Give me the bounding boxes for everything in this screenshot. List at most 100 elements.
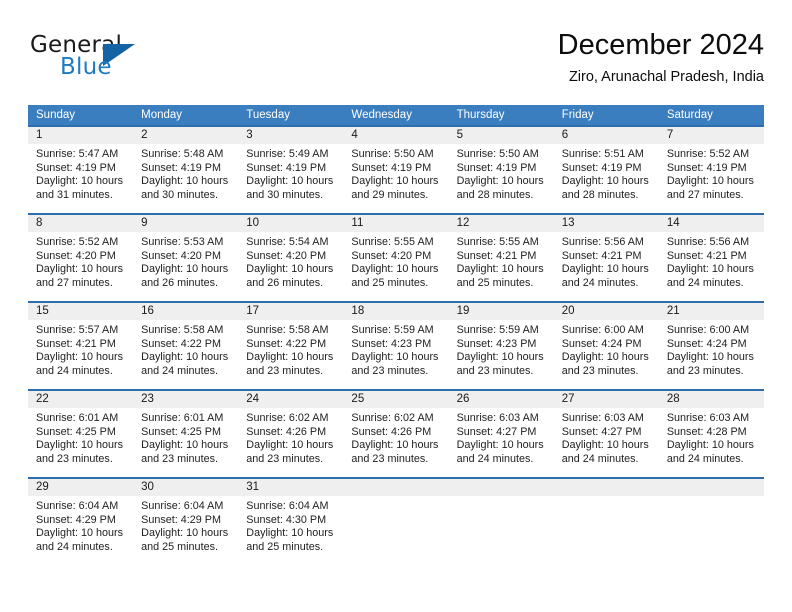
day-info: Sunrise: 5:58 AM Sunset: 4:22 PM Dayligh… (133, 320, 238, 378)
sunrise-text: Sunrise: 5:59 AM (456, 324, 539, 336)
daylight-text-line2: and 26 minutes. (141, 276, 218, 289)
day-cell[interactable]: 11 Sunrise: 5:55 AM Sunset: 4:20 PM Dayl… (343, 215, 449, 301)
sunset-text: Sunset: 4:30 PM (246, 513, 327, 526)
daylight-text-line1: Daylight: 10 hours (141, 175, 229, 188)
daylight-text-line2: and 23 minutes. (141, 452, 218, 465)
daylight-text-line1: Daylight: 10 hours (561, 351, 649, 364)
daylight-text-line2: and 23 minutes. (666, 364, 744, 377)
day-number: 13 (553, 215, 659, 232)
daylight-text-line1: Daylight: 10 hours (666, 439, 754, 452)
daylight-text-line2: and 27 minutes. (666, 188, 744, 201)
sunrise-text: Sunrise: 6:00 AM (561, 324, 644, 336)
daylight-text-line1: Daylight: 10 hours (351, 351, 439, 364)
sunset-text: Sunset: 4:21 PM (36, 337, 116, 350)
day-cell[interactable]: 12 Sunrise: 5:55 AM Sunset: 4:21 PM Dayl… (448, 215, 554, 301)
page-title: December 2024 (557, 29, 764, 61)
sunset-text: Sunset: 4:26 PM (351, 425, 432, 438)
day-cell[interactable]: 6 Sunrise: 5:51 AM Sunset: 4:19 PM Dayli… (553, 127, 659, 213)
daylight-text-line1: Daylight: 10 hours (36, 351, 124, 364)
day-cell[interactable]: 15 Sunrise: 5:57 AM Sunset: 4:21 PM Dayl… (28, 303, 134, 389)
day-cell[interactable]: 20 Sunrise: 6:00 AM Sunset: 4:24 PM Dayl… (553, 303, 659, 389)
daylight-text-line1: Daylight: 10 hours (666, 175, 754, 188)
day-cell[interactable]: 3 Sunrise: 5:49 AM Sunset: 4:19 PM Dayli… (238, 127, 344, 213)
daylight-text-line1: Daylight: 10 hours (561, 439, 649, 452)
day-cell[interactable]: 27 Sunrise: 6:03 AM Sunset: 4:27 PM Dayl… (553, 391, 659, 477)
day-number: 11 (343, 215, 449, 232)
sunrise-text: Sunrise: 5:50 AM (351, 148, 434, 160)
day-cell[interactable]: 2 Sunrise: 5:48 AM Sunset: 4:19 PM Dayli… (133, 127, 239, 213)
calendar-page: General Blue December 2024 Ziro, Arunach… (0, 0, 792, 612)
daylight-text-line1: Daylight: 10 hours (351, 175, 439, 188)
day-number: 6 (553, 127, 659, 144)
day-info: Sunrise: 5:50 AM Sunset: 4:19 PM Dayligh… (343, 144, 448, 202)
general-blue-logo[interactable]: General Blue (30, 32, 190, 88)
day-cell[interactable]: 5 Sunrise: 5:50 AM Sunset: 4:19 PM Dayli… (448, 127, 554, 213)
sunset-text: Sunset: 4:28 PM (666, 425, 747, 438)
daylight-text-line2: and 25 minutes. (246, 540, 324, 553)
sunrise-text: Sunrise: 5:50 AM (456, 148, 539, 160)
day-number: 16 (133, 303, 239, 320)
sunrise-text: Sunrise: 5:47 AM (36, 148, 119, 160)
day-info: Sunrise: 6:03 AM Sunset: 4:27 PM Dayligh… (554, 408, 659, 466)
sunset-text: Sunset: 4:29 PM (141, 513, 221, 526)
sunrise-text: Sunrise: 5:55 AM (456, 236, 539, 248)
sunrise-text: Sunrise: 6:03 AM (561, 412, 644, 424)
day-cell[interactable]: 1 Sunrise: 5:47 AM Sunset: 4:19 PM Dayli… (28, 127, 134, 213)
day-info: Sunrise: 5:52 AM Sunset: 4:19 PM Dayligh… (659, 144, 764, 202)
sunrise-text: Sunrise: 6:04 AM (246, 500, 329, 512)
weekday-header-saturday: Saturday (666, 109, 713, 121)
day-number (343, 479, 449, 496)
day-cell[interactable]: 22 Sunrise: 6:01 AM Sunset: 4:25 PM Dayl… (28, 391, 134, 477)
day-cell[interactable]: 30 Sunrise: 6:04 AM Sunset: 4:29 PM Dayl… (133, 479, 239, 565)
daylight-text-line2: and 25 minutes. (141, 540, 218, 553)
day-number: 12 (448, 215, 554, 232)
sunrise-text: Sunrise: 5:53 AM (141, 236, 224, 248)
day-cell[interactable]: 4 Sunrise: 5:50 AM Sunset: 4:19 PM Dayli… (343, 127, 449, 213)
sunrise-text: Sunrise: 5:57 AM (36, 324, 119, 336)
day-cell[interactable]: 24 Sunrise: 6:02 AM Sunset: 4:26 PM Dayl… (238, 391, 344, 477)
daylight-text-line2: and 27 minutes. (36, 276, 113, 289)
day-number: 28 (658, 391, 764, 408)
sunrise-text: Sunrise: 5:51 AM (561, 148, 644, 160)
day-info: Sunrise: 5:52 AM Sunset: 4:20 PM Dayligh… (28, 232, 133, 290)
daylight-text-line2: and 29 minutes. (351, 188, 429, 201)
daylight-text-line1: Daylight: 10 hours (141, 527, 229, 540)
day-cell[interactable]: 10 Sunrise: 5:54 AM Sunset: 4:20 PM Dayl… (238, 215, 344, 301)
day-number: 10 (238, 215, 344, 232)
sunrise-text: Sunrise: 5:49 AM (246, 148, 329, 160)
daylight-text-line1: Daylight: 10 hours (456, 175, 544, 188)
sunrise-text: Sunrise: 5:59 AM (351, 324, 434, 336)
daylight-text-line2: and 24 minutes. (36, 364, 113, 377)
sunrise-text: Sunrise: 5:55 AM (351, 236, 434, 248)
day-info: Sunrise: 5:49 AM Sunset: 4:19 PM Dayligh… (238, 144, 343, 202)
day-number (553, 479, 659, 496)
day-cell[interactable]: 7 Sunrise: 5:52 AM Sunset: 4:19 PM Dayli… (658, 127, 764, 213)
day-cell[interactable]: 28 Sunrise: 6:03 AM Sunset: 4:28 PM Dayl… (658, 391, 764, 477)
day-cell[interactable]: 18 Sunrise: 5:59 AM Sunset: 4:23 PM Dayl… (343, 303, 449, 389)
day-cell[interactable]: 21 Sunrise: 6:00 AM Sunset: 4:24 PM Dayl… (658, 303, 764, 389)
day-number: 22 (28, 391, 134, 408)
day-cell[interactable]: 31 Sunrise: 6:04 AM Sunset: 4:30 PM Dayl… (238, 479, 344, 565)
day-cell[interactable]: 26 Sunrise: 6:03 AM Sunset: 4:27 PM Dayl… (448, 391, 554, 477)
day-cell[interactable]: 14 Sunrise: 5:56 AM Sunset: 4:21 PM Dayl… (658, 215, 764, 301)
day-cell[interactable]: 17 Sunrise: 5:58 AM Sunset: 4:22 PM Dayl… (238, 303, 344, 389)
day-cell[interactable]: 23 Sunrise: 6:01 AM Sunset: 4:25 PM Dayl… (133, 391, 239, 477)
sunset-text: Sunset: 4:20 PM (246, 249, 327, 262)
sunset-text: Sunset: 4:20 PM (351, 249, 432, 262)
day-cell[interactable]: 25 Sunrise: 6:02 AM Sunset: 4:26 PM Dayl… (343, 391, 449, 477)
weekday-header-wednesday: Wednesday (351, 109, 412, 121)
day-info: Sunrise: 5:58 AM Sunset: 4:22 PM Dayligh… (238, 320, 343, 378)
sunset-text: Sunset: 4:21 PM (666, 249, 747, 262)
day-cell[interactable]: 9 Sunrise: 5:53 AM Sunset: 4:20 PM Dayli… (133, 215, 239, 301)
sunrise-text: Sunrise: 5:52 AM (666, 148, 750, 160)
day-cell[interactable]: 16 Sunrise: 5:58 AM Sunset: 4:22 PM Dayl… (133, 303, 239, 389)
day-cell[interactable]: 13 Sunrise: 5:56 AM Sunset: 4:21 PM Dayl… (553, 215, 659, 301)
calendar-week-row: 29 Sunrise: 6:04 AM Sunset: 4:29 PM Dayl… (28, 477, 764, 565)
day-number: 1 (28, 127, 134, 144)
sunrise-text: Sunrise: 5:54 AM (246, 236, 329, 248)
day-cell[interactable]: 29 Sunrise: 6:04 AM Sunset: 4:29 PM Dayl… (28, 479, 134, 565)
day-cell[interactable]: 19 Sunrise: 5:59 AM Sunset: 4:23 PM Dayl… (448, 303, 554, 389)
day-number: 27 (553, 391, 659, 408)
sunrise-text: Sunrise: 6:04 AM (141, 500, 224, 512)
day-cell[interactable]: 8 Sunrise: 5:52 AM Sunset: 4:20 PM Dayli… (28, 215, 134, 301)
